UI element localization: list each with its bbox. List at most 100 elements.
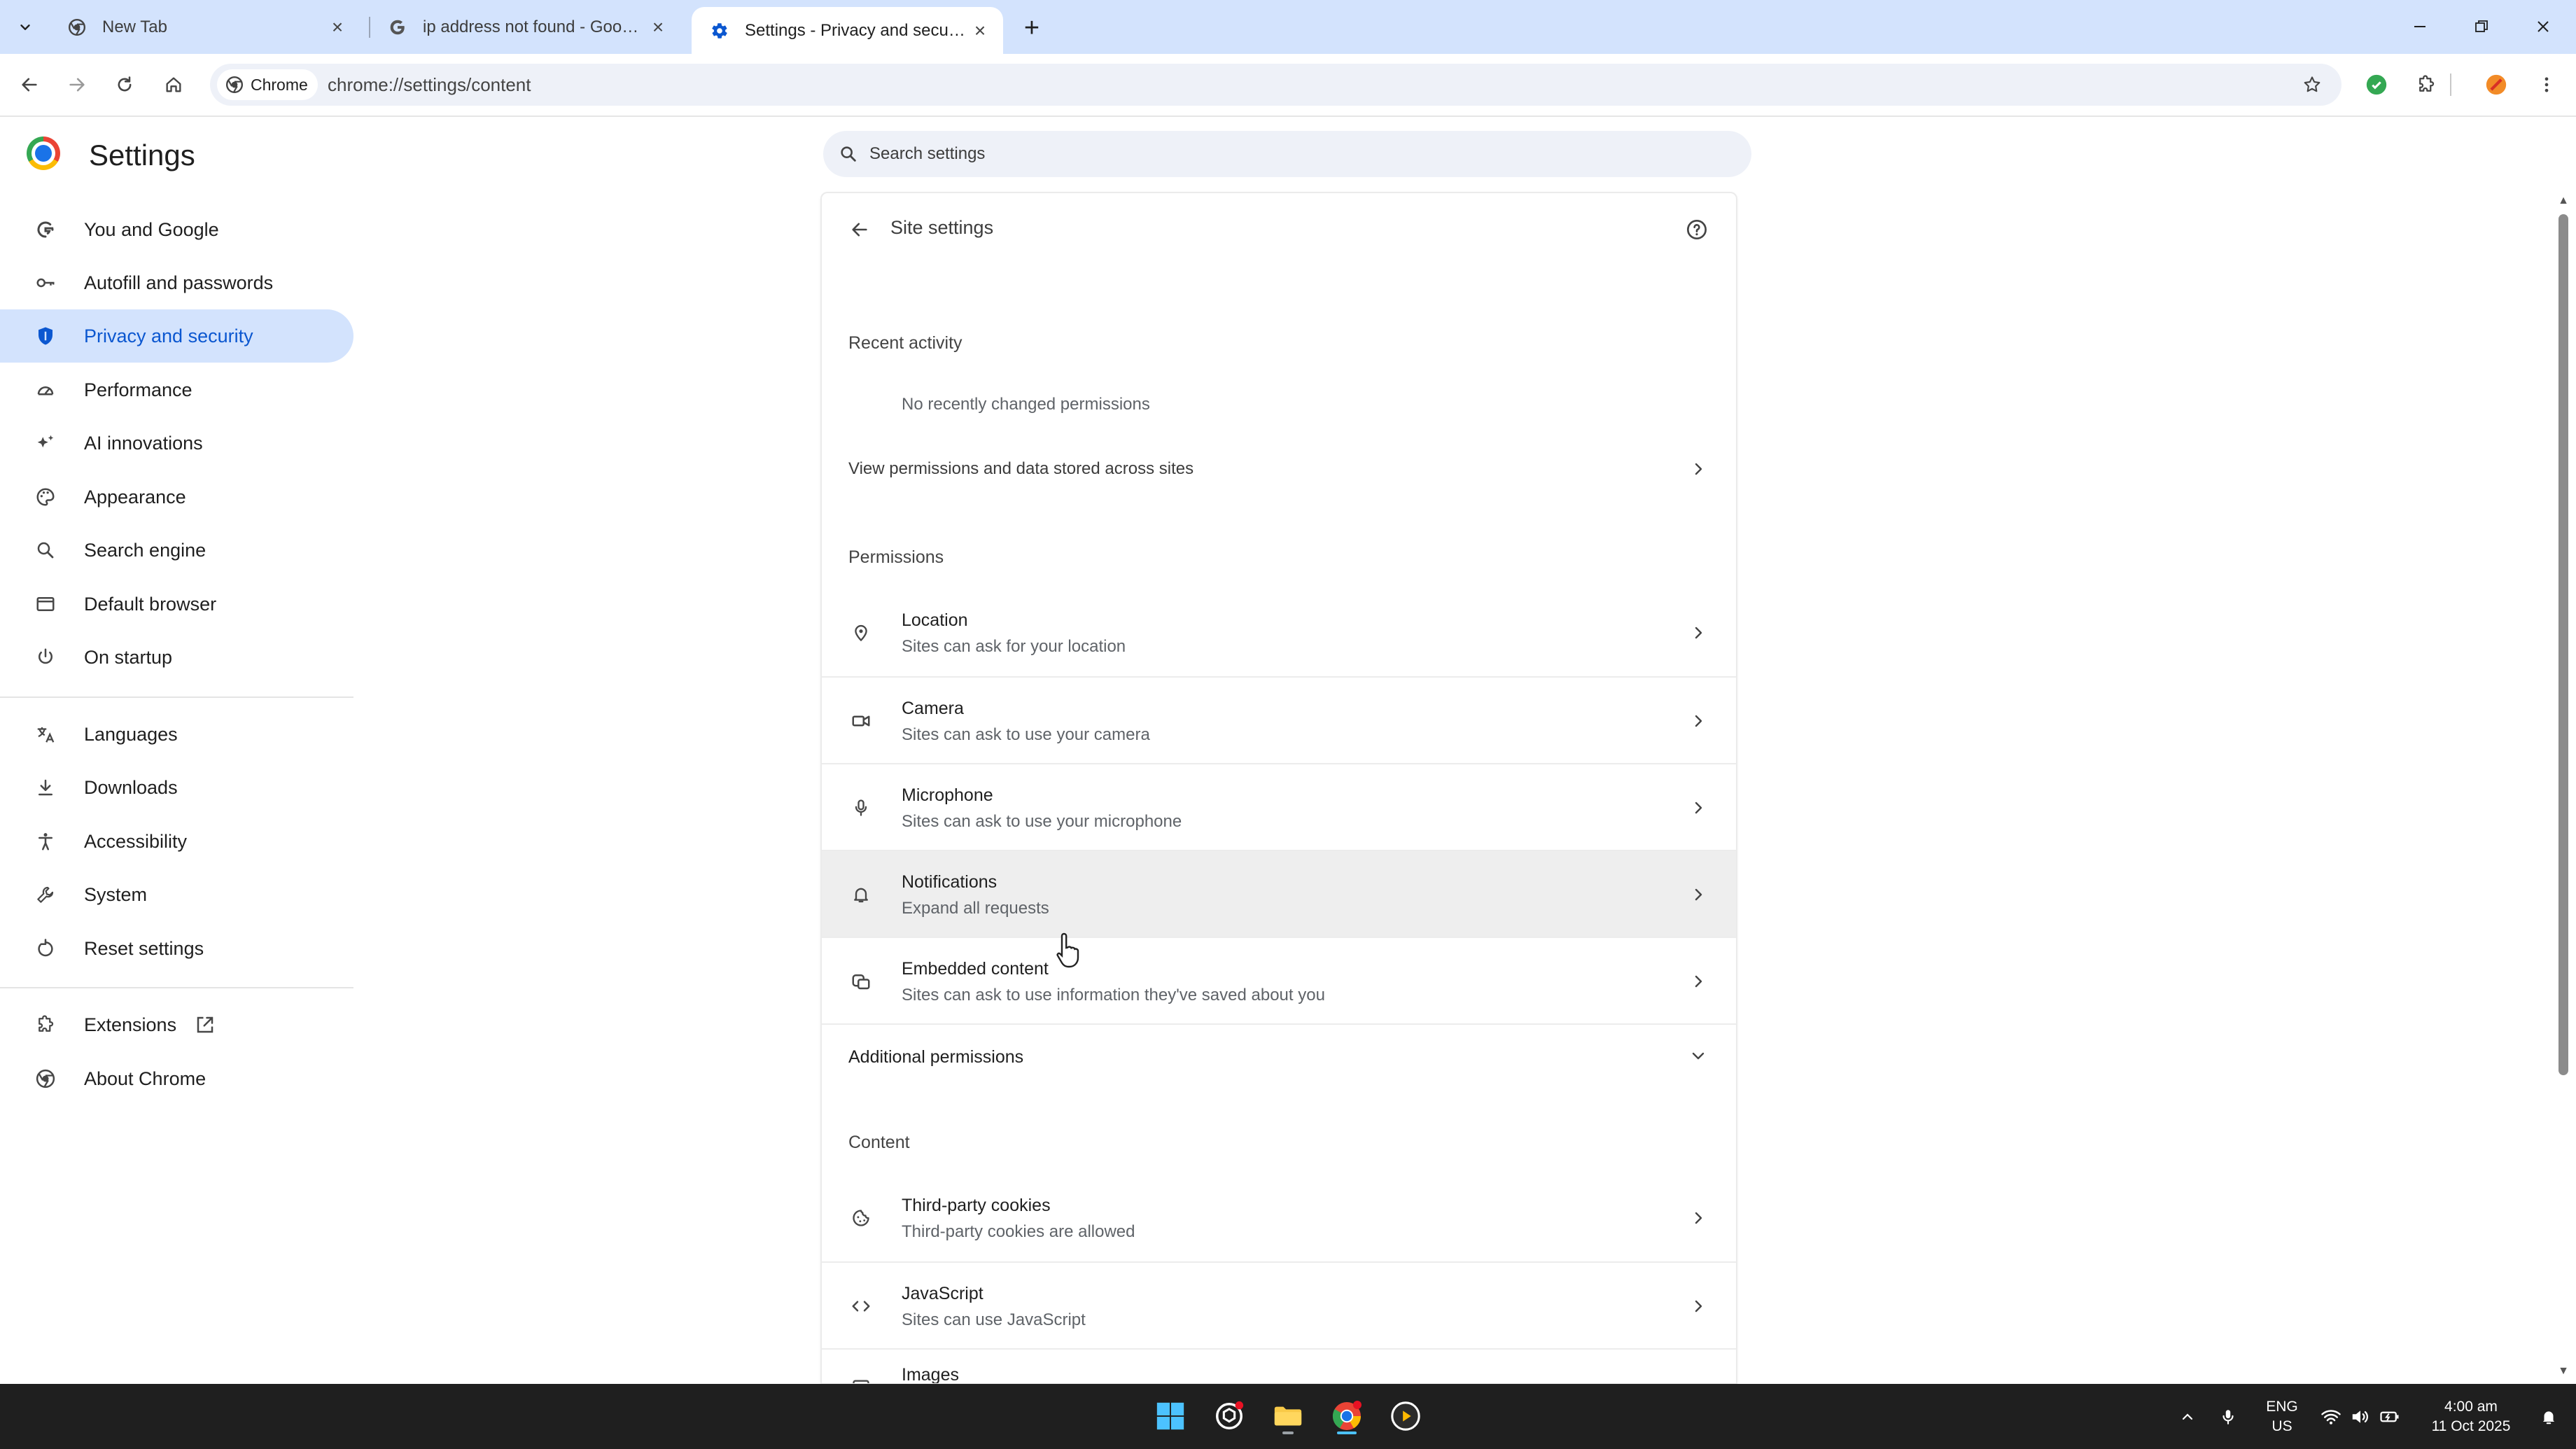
address-bar[interactable]: Chrome chrome://settings/content <box>210 64 2342 106</box>
folder-icon <box>1274 1406 1302 1426</box>
reload-button[interactable] <box>108 68 141 102</box>
sidebar-item-system[interactable]: System <box>0 868 354 921</box>
close-tab-icon[interactable]: × <box>969 20 990 41</box>
permission-row-embedded-content[interactable]: Embedded content Sites can ask to use in… <box>822 937 1736 1023</box>
sidebar-item-performance[interactable]: Performance <box>0 363 354 416</box>
new-tab-button[interactable]: + <box>1016 13 1047 43</box>
view-permissions-link[interactable]: View permissions and data stored across … <box>822 438 1736 501</box>
sidebar-item-reset-settings[interactable]: Reset settings <box>0 922 354 975</box>
extensions-button[interactable] <box>2409 68 2443 102</box>
content-row-third-party-cookies[interactable]: Third-party cookies Third-party cookies … <box>822 1175 1736 1261</box>
sidebar-item-appearance[interactable]: Appearance <box>0 470 354 524</box>
google-g-icon <box>34 218 57 241</box>
sidebar-item-privacy[interactable]: Privacy and security <box>0 309 354 363</box>
permission-row-microphone[interactable]: Microphone Sites can ask to use your mic… <box>822 763 1736 850</box>
quick-settings-button[interactable] <box>2320 1406 2400 1427</box>
sidebar-item-label: About Chrome <box>84 1068 206 1089</box>
sidebar-item-label: Autofill and passwords <box>84 272 274 293</box>
close-window-button[interactable] <box>2519 11 2568 42</box>
content-row-javascript[interactable]: JavaScript Sites can use JavaScript <box>822 1261 1736 1348</box>
sidebar-item-label: System <box>84 883 148 905</box>
play-icon <box>1391 1401 1420 1431</box>
bookmark-star-button[interactable] <box>2298 71 2326 99</box>
sidebar-item-label: Languages <box>84 723 178 745</box>
show-hidden-icons-button[interactable] <box>2174 1408 2202 1425</box>
sidebar-item-accessibility[interactable]: Accessibility <box>0 815 354 868</box>
permission-row-notifications[interactable]: Notifications Expand all requests <box>822 850 1736 937</box>
clock[interactable]: 4:00 am 11 Oct 2025 <box>2418 1397 2524 1436</box>
permission-row-camera[interactable]: Camera Sites can ask to use your camera <box>822 676 1736 763</box>
help-button[interactable] <box>1683 216 1711 244</box>
forward-button[interactable] <box>60 68 94 102</box>
key-icon <box>34 271 57 295</box>
additional-permissions-toggle[interactable]: Additional permissions <box>822 1023 1736 1088</box>
sidebar-item-about-chrome[interactable]: About Chrome <box>0 1052 354 1105</box>
close-tab-icon[interactable]: × <box>648 16 668 38</box>
sidebar-item-search-engine[interactable]: Search engine <box>0 524 354 577</box>
sidebar-item-ai-innovations[interactable]: AI innovations <box>0 416 354 470</box>
chrome-favicon-icon <box>67 18 87 37</box>
puzzle-icon <box>34 1013 57 1037</box>
scroll-up-arrow-icon[interactable]: ▲ <box>2555 195 2572 209</box>
taskbar-app-media-player[interactable] <box>1383 1394 1428 1438</box>
sidebar-item-on-startup[interactable]: On startup <box>0 631 354 684</box>
running-indicator <box>1282 1432 1294 1434</box>
taskbar-app-file-explorer[interactable] <box>1266 1394 1310 1438</box>
no-recent-permissions-text: No recently changed permissions <box>902 395 1150 414</box>
chrome-menu-button[interactable] <box>2530 68 2563 102</box>
home-button[interactable] <box>157 68 190 102</box>
microphone-tray-button[interactable] <box>2214 1408 2242 1426</box>
restore-button[interactable] <box>2457 11 2506 42</box>
system-tray: ENG US 4:00 am 11 Oct 2025 <box>2174 1384 2563 1449</box>
language-code: ENG <box>2266 1398 2298 1415</box>
back-arrow-icon <box>22 78 37 92</box>
sidebar-item-extensions[interactable]: Extensions <box>0 998 354 1051</box>
search-settings-field[interactable]: Search settings <box>823 131 1751 177</box>
sidebar-item-label: Privacy and security <box>84 325 253 346</box>
back-to-privacy-button[interactable] <box>846 216 874 244</box>
additional-permissions-label: Additional permissions <box>848 1047 1024 1067</box>
browser-window-icon <box>34 592 57 616</box>
code-icon <box>847 1292 875 1320</box>
microphone-icon <box>847 794 875 822</box>
section-permissions: Permissions <box>848 547 944 567</box>
language-indicator[interactable]: ENG US <box>2258 1397 2306 1436</box>
start-button[interactable] <box>1148 1394 1193 1438</box>
tab-new-tab[interactable]: New Tab × <box>49 7 360 48</box>
scrollbar-thumb[interactable] <box>2558 214 2568 1075</box>
content-row-images[interactable]: Images <box>822 1348 1736 1383</box>
chevron-right-icon <box>1686 1294 1711 1319</box>
clock-date: 11 Oct 2025 <box>2431 1418 2511 1434</box>
close-tab-icon[interactable]: × <box>327 16 348 38</box>
profile-button[interactable] <box>2479 68 2513 102</box>
row-subtitle: Sites can ask to use your microphone <box>902 812 1182 831</box>
sidebar-item-label: You and Google <box>84 218 219 240</box>
url-text[interactable]: chrome://settings/content <box>328 74 531 96</box>
microphone-icon <box>2222 1409 2234 1424</box>
scroll-down-arrow-icon[interactable]: ▼ <box>2555 1365 2572 1379</box>
extension-green-button[interactable] <box>2360 68 2393 102</box>
windows-taskbar: ENG US 4:00 am 11 Oct 2025 <box>0 1384 2576 1449</box>
chevron-right-icon <box>1686 795 1711 820</box>
permission-row-location[interactable]: Location Sites can ask for your location <box>822 589 1736 676</box>
site-info-chip[interactable]: Chrome <box>217 69 318 100</box>
sidebar-item-autofill[interactable]: Autofill and passwords <box>0 256 354 309</box>
minimize-button[interactable] <box>2395 11 2444 42</box>
tab-search-button[interactable] <box>10 12 41 43</box>
taskbar-app-chrome[interactable] <box>1324 1394 1369 1438</box>
sidebar-item-languages[interactable]: Languages <box>0 708 354 761</box>
tab-settings[interactable]: Settings - Privacy and security × <box>692 7 1003 54</box>
back-arrow-icon <box>852 223 867 237</box>
chevron-right-icon <box>1686 882 1711 907</box>
chevron-right-icon <box>1686 969 1711 994</box>
sidebar-item-default-browser[interactable]: Default browser <box>0 578 354 631</box>
sidebar-item-downloads[interactable]: Downloads <box>0 761 354 814</box>
notifications-button[interactable] <box>2535 1408 2563 1426</box>
taskbar-app-openai[interactable] <box>1207 1394 1252 1438</box>
sidebar-item-you-and-google[interactable]: You and Google <box>0 203 354 256</box>
power-icon <box>34 645 57 669</box>
back-button[interactable] <box>13 68 46 102</box>
row-title: Notifications <box>902 872 997 892</box>
speedometer-icon <box>34 378 57 402</box>
tab-google-search[interactable]: ip address not found - Google S × <box>370 7 681 48</box>
